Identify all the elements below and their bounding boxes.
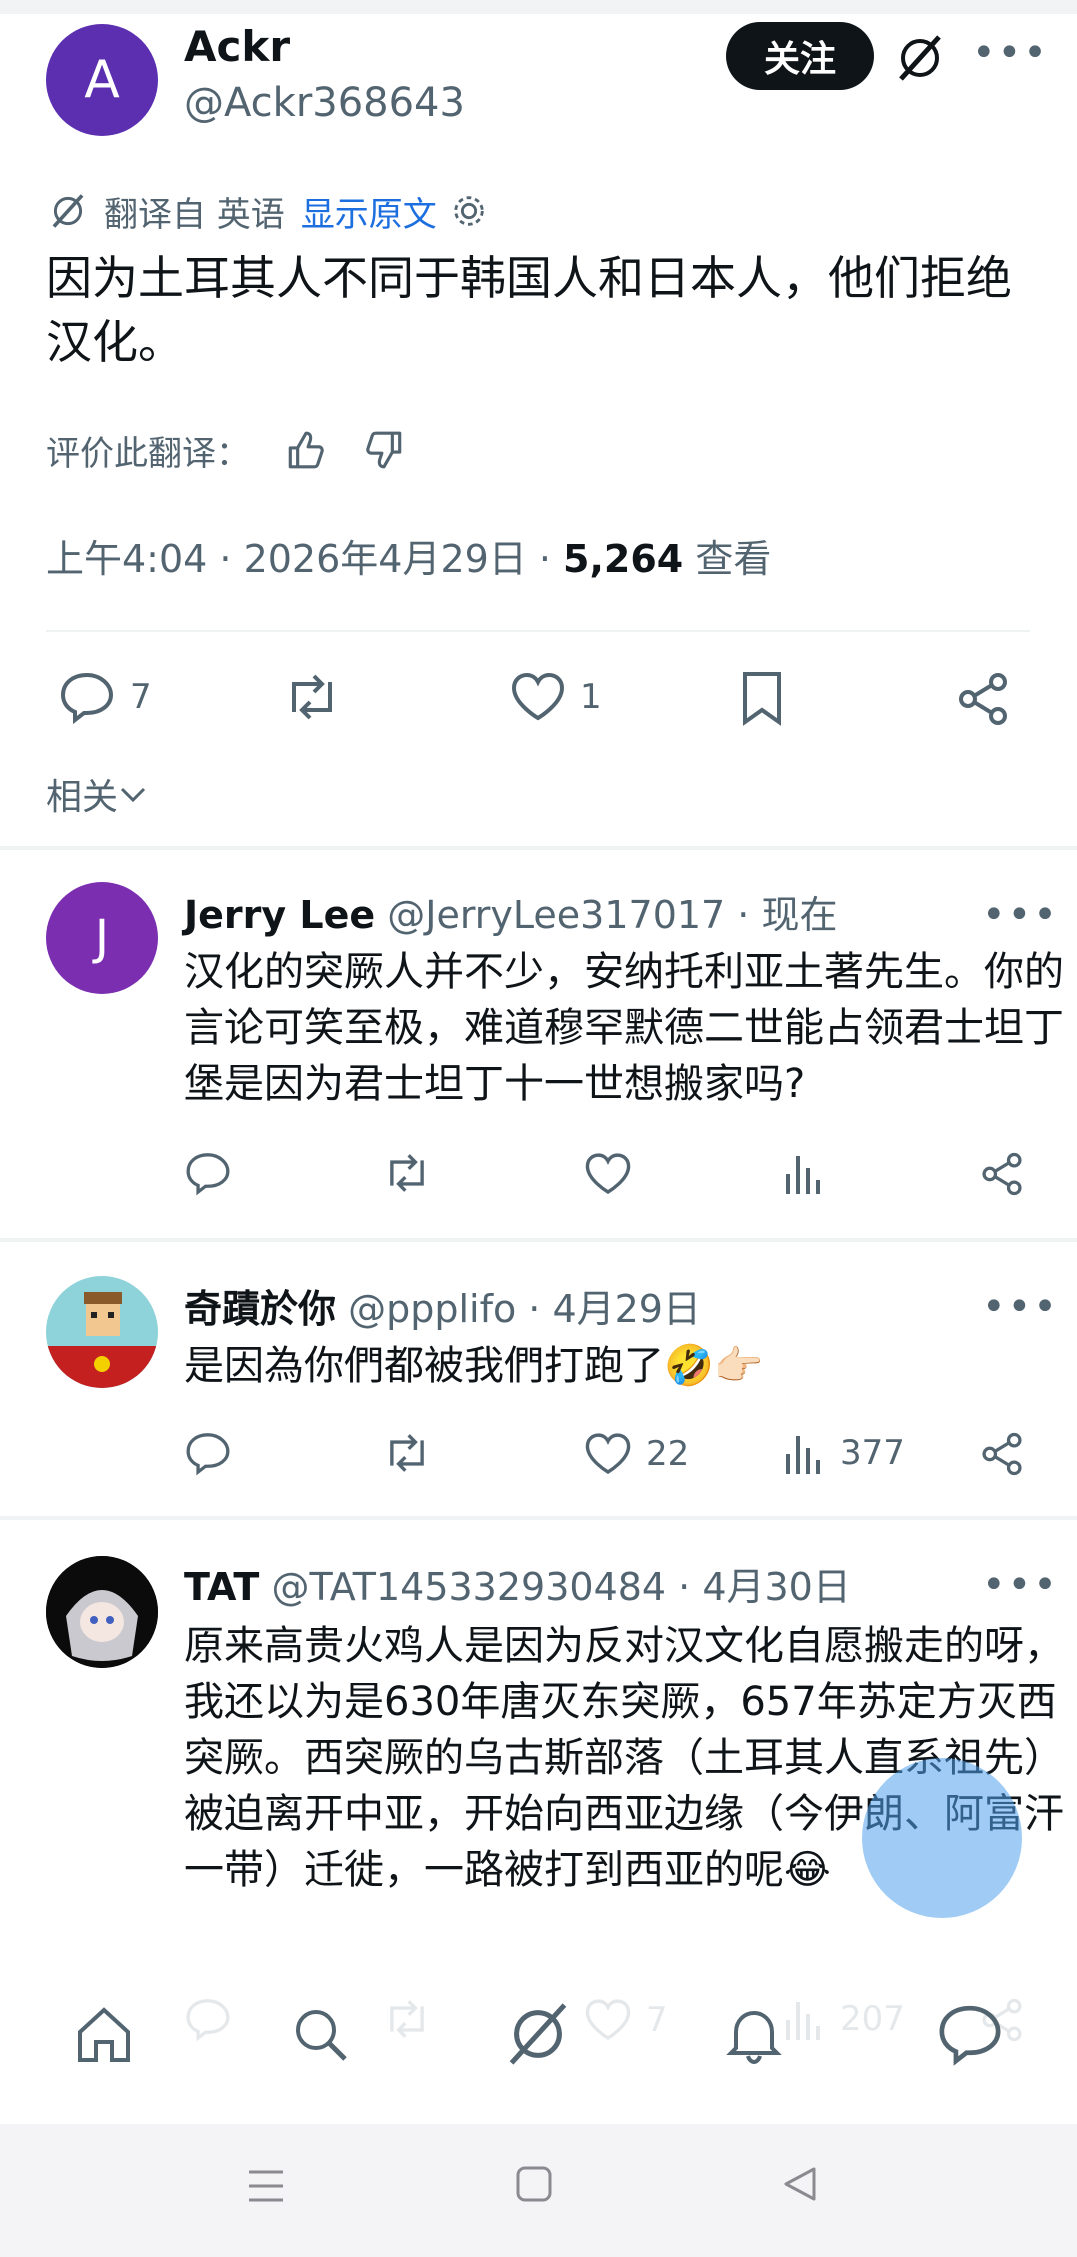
rate-translation-row: 评价此翻译： [46, 422, 410, 478]
reply-handle-time[interactable]: @JerryLee317017 · 现在 [387, 893, 837, 937]
reply-handle-time[interactable]: @TAT145332930484 · 4月30日 [271, 1565, 850, 1609]
messages-tab-icon[interactable] [936, 2002, 1004, 2066]
reply-more-icon[interactable]: ••• [982, 1562, 1059, 1608]
related-toggle[interactable]: 相关 [46, 768, 148, 820]
like-count: 22 [646, 1434, 690, 1474]
reply-handle-time[interactable]: @ppplifo · 4月29日 [348, 1287, 701, 1331]
reply-avatar[interactable]: J [46, 882, 158, 994]
reply-button[interactable]: 7 [58, 670, 152, 724]
reply-count: 7 [130, 677, 152, 717]
analytics-icon [786, 1436, 820, 1474]
repost-icon [390, 1154, 424, 1192]
view-count: 5,264 [563, 537, 684, 581]
heart-icon [585, 1433, 631, 1474]
view-count: 377 [840, 1433, 905, 1473]
reply-reply-button[interactable] [184, 1430, 232, 1476]
post-time: 上午4:04 · 2026年4月29日 · [46, 537, 564, 581]
author-name[interactable]: Ackr [184, 22, 290, 71]
avatar-image [46, 1556, 158, 1668]
grok-tab-icon[interactable] [504, 2000, 572, 2068]
thumbs-down-icon[interactable] [360, 425, 410, 475]
section-divider [0, 1516, 1077, 1520]
reply-text: 是因為你們都被我們打跑了🤣👉🏻 [184, 1343, 764, 1389]
post-meta: 上午4:04 · 2026年4月29日 · 5,264 查看 [46, 528, 771, 583]
grok-icon[interactable] [892, 30, 948, 86]
home-tab-icon[interactable] [72, 2002, 136, 2066]
reply-like-button[interactable] [584, 1152, 632, 1196]
search-tab-icon[interactable] [288, 2002, 352, 2066]
translated-from-label: 翻译自 英语 [104, 194, 285, 235]
reply-views-button[interactable]: 377 [784, 1430, 905, 1476]
avatar[interactable]: A [46, 24, 158, 136]
reply-reply-button[interactable] [184, 1150, 232, 1196]
reply-icon [186, 1433, 230, 1476]
more-options-icon[interactable]: ••• [972, 30, 1049, 76]
rate-translation-label: 评价此翻译： [46, 433, 250, 474]
bottom-tab-bar [0, 1980, 1077, 2090]
notifications-tab-icon[interactable] [722, 2002, 786, 2066]
like-count: 1 [580, 677, 602, 717]
section-divider [0, 846, 1077, 850]
home-button-icon[interactable] [514, 2164, 554, 2204]
reply-header: TAT @TAT145332930484 · 4月30日 [184, 1556, 851, 1611]
reply-more-icon[interactable]: ••• [982, 892, 1059, 938]
share-button[interactable] [956, 672, 1010, 726]
repost-icon [292, 674, 332, 720]
status-strip [0, 0, 1077, 14]
share-icon [959, 673, 1007, 725]
reply-icon [186, 1153, 230, 1196]
divider [46, 630, 1030, 632]
bookmark-button[interactable] [740, 670, 784, 726]
reply-more-icon[interactable]: ••• [982, 1284, 1059, 1330]
avatar-letter: A [84, 50, 120, 110]
reply-icon [60, 672, 114, 724]
share-icon [982, 1152, 1022, 1196]
bookmark-icon [743, 672, 781, 726]
reply-author-name[interactable]: Jerry Lee [184, 893, 375, 937]
system-nav-bar [0, 2124, 1077, 2257]
recent-apps-icon[interactable] [246, 2166, 286, 2206]
author-handle[interactable]: @Ackr368643 [184, 80, 465, 126]
reply-author-name[interactable]: 奇蹟於你 [184, 1287, 336, 1331]
like-button[interactable]: 1 [510, 672, 602, 722]
avatar-letter: J [94, 910, 110, 966]
compose-fab[interactable] [862, 1758, 1022, 1918]
views-label: 查看 [683, 537, 772, 581]
reply-share-button[interactable] [980, 1152, 1024, 1196]
analytics-icon [786, 1156, 820, 1194]
grok-small-icon [46, 189, 90, 233]
chevron-down-icon [120, 787, 146, 803]
translation-bar: 翻译自 英语 显示原文 [46, 186, 491, 236]
reply-text: 汉化的突厥人并不少，安纳托利亚土著先生。你的言论可笑至极，难道穆罕默德二世能占领… [184, 949, 1064, 1107]
reply-like-button[interactable]: 22 [584, 1432, 689, 1476]
related-label: 相关 [46, 777, 119, 818]
section-divider [0, 1238, 1077, 1242]
settings-gear-icon[interactable] [447, 189, 491, 233]
thumbs-up-icon[interactable] [280, 425, 330, 475]
reply-author-name[interactable]: TAT [184, 1565, 259, 1609]
reply-avatar[interactable] [46, 1556, 158, 1668]
reply-repost-button[interactable] [380, 1152, 434, 1194]
heart-icon [585, 1153, 631, 1194]
repost-icon [390, 1434, 424, 1472]
reply-header: Jerry Lee @JerryLee317017 · 现在 [184, 884, 837, 939]
reply-header: 奇蹟於你 @ppplifo · 4月29日 [184, 1278, 701, 1333]
heart-icon [511, 672, 565, 721]
reply-avatar[interactable] [46, 1276, 158, 1388]
reply-repost-button[interactable] [380, 1432, 434, 1474]
repost-button[interactable] [280, 672, 344, 722]
reply-share-button[interactable] [980, 1432, 1024, 1476]
post-text: 因为土耳其人不同于韩国人和日本人，他们拒绝汉化。 [46, 251, 1012, 369]
show-original-link[interactable]: 显示原文 [301, 187, 437, 236]
follow-button[interactable]: 关注 [726, 22, 874, 90]
avatar-image [46, 1276, 158, 1388]
back-button-icon[interactable] [780, 2164, 820, 2204]
share-icon [982, 1432, 1022, 1476]
reply-views-button[interactable] [784, 1150, 826, 1196]
